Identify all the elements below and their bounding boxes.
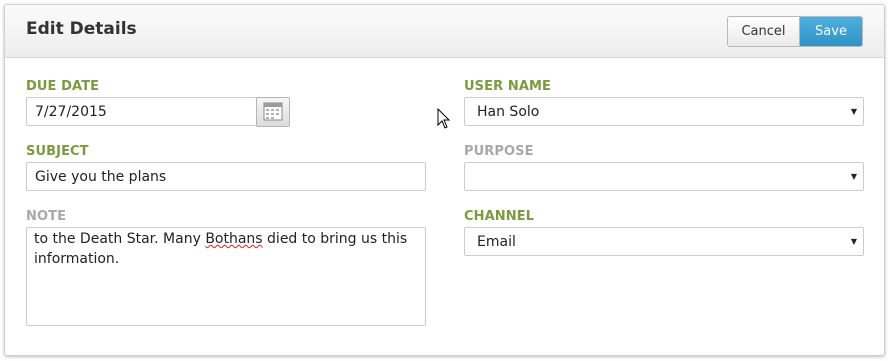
- page-title: Edit Details: [26, 19, 137, 39]
- save-button[interactable]: Save: [800, 17, 862, 46]
- channel-label: CHANNEL: [464, 209, 535, 224]
- user-name-label: USER NAME: [464, 79, 551, 94]
- note-label: NOTE: [26, 209, 67, 224]
- panel-header: Edit Details Cancel Save: [5, 5, 884, 58]
- calendar-button[interactable]: [256, 97, 290, 127]
- subject-label: SUBJECT: [26, 144, 89, 159]
- header-actions: Cancel Save: [727, 16, 863, 47]
- subject-input[interactable]: Give you the plans: [26, 162, 426, 191]
- edit-details-panel: Edit Details Cancel Save DUE DATE 7/27/2…: [4, 4, 885, 356]
- chevron-down-icon: ▼: [850, 107, 857, 116]
- chevron-down-icon: ▼: [850, 237, 857, 246]
- channel-value: Email: [477, 234, 516, 250]
- misspelled-word[interactable]: Bothans: [205, 231, 262, 247]
- note-text-start: to the Death Star. Many: [34, 231, 206, 247]
- user-name-select[interactable]: Han Solo ▼: [464, 97, 864, 126]
- note-textarea[interactable]: to the Death Star. Many Bothans died to …: [26, 227, 426, 326]
- purpose-label: PURPOSE: [464, 144, 534, 159]
- user-name-value: Han Solo: [477, 104, 540, 120]
- purpose-select[interactable]: ▼: [464, 162, 864, 191]
- mouse-pointer-icon: [437, 108, 451, 129]
- due-date-label: DUE DATE: [26, 79, 100, 94]
- cancel-button[interactable]: Cancel: [728, 17, 800, 46]
- channel-select[interactable]: Email ▼: [464, 227, 864, 256]
- due-date-input[interactable]: 7/27/2015: [26, 97, 257, 126]
- chevron-down-icon: ▼: [850, 172, 857, 181]
- calendar-icon: [263, 102, 283, 121]
